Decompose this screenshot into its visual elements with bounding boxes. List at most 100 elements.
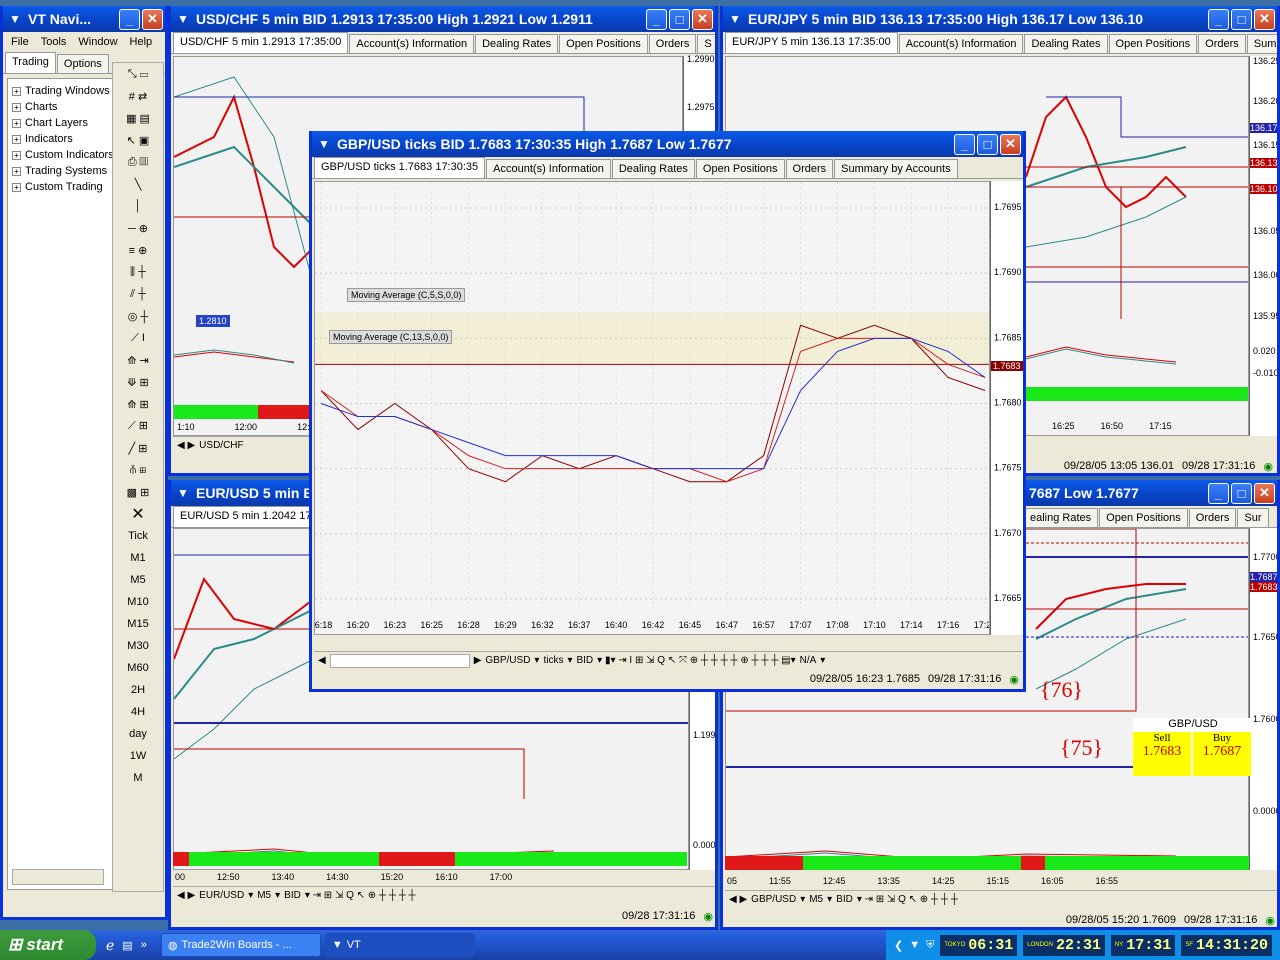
- close-button[interactable]: ✕: [1254, 8, 1275, 30]
- maximize-button[interactable]: □: [1231, 8, 1252, 30]
- tab-trading[interactable]: Trading: [5, 52, 56, 73]
- tab-open-positions[interactable]: Open Positions: [1108, 34, 1198, 53]
- tab-summary[interactable]: Sum: [1246, 34, 1277, 53]
- sell-button[interactable]: Sell 1.7683: [1133, 732, 1191, 776]
- menu-help[interactable]: Help: [130, 36, 153, 48]
- buy-button[interactable]: Buy 1.7687: [1193, 732, 1251, 776]
- tab-chart[interactable]: EUR/JPY 5 min 136.13 17:35:00: [725, 32, 898, 53]
- arc-tool-icon[interactable]: ◎ ┼: [113, 305, 163, 327]
- start-button[interactable]: ⊞ start: [0, 930, 96, 960]
- close-button[interactable]: ✕: [692, 8, 713, 30]
- timeframe-select[interactable]: M5: [809, 894, 823, 905]
- period-m10[interactable]: M10: [113, 591, 163, 613]
- tab-open-positions[interactable]: Open Positions: [695, 159, 785, 178]
- tab-dealing-rates[interactable]: Dealing Rates: [475, 34, 559, 53]
- tree-hscroll[interactable]: [12, 869, 104, 885]
- tab-summary[interactable]: Sur: [1237, 508, 1269, 527]
- tab-account-info[interactable]: Account(s) Information: [486, 159, 611, 178]
- tab-orders[interactable]: Orders: [648, 34, 697, 53]
- grid-tool-icon[interactable]: # ⇄: [113, 85, 163, 107]
- crosshair-tool-icon[interactable]: ▦ ▤: [113, 107, 163, 129]
- tab-options[interactable]: Options: [56, 54, 109, 73]
- period-m15[interactable]: M15: [113, 613, 163, 635]
- tab-dealing-rates[interactable]: ealing Rates: [1023, 508, 1099, 527]
- maximize-button[interactable]: □: [1231, 482, 1252, 504]
- gbpusd-ticks-titlebar[interactable]: ▼ GBP/USD ticks BID 1.7683 17:30:35 High …: [312, 131, 1023, 157]
- tab-chart[interactable]: EUR/USD 5 min 1.2042 17:3: [173, 506, 328, 527]
- side-select[interactable]: BID: [836, 894, 853, 905]
- hline-tool-icon[interactable]: ─ ⊕: [113, 217, 163, 239]
- ray-tool-icon[interactable]: ⟋ ⊞: [113, 415, 163, 437]
- tab-open-positions[interactable]: Open Positions: [1099, 508, 1188, 527]
- period-4h[interactable]: 4H: [113, 701, 163, 723]
- tray-arrow-icon[interactable]: ❮: [894, 939, 903, 952]
- side-select[interactable]: BID: [284, 890, 301, 901]
- period-tick[interactable]: Tick: [113, 525, 163, 547]
- task-trade2win[interactable]: ◍ Trade2Win Boards - ...: [160, 933, 321, 957]
- menu-file[interactable]: File: [11, 36, 29, 48]
- delete-tool-icon[interactable]: ✕: [113, 503, 163, 525]
- expand-icon[interactable]: +: [12, 182, 21, 192]
- ie-icon[interactable]: ℯ: [106, 937, 114, 954]
- expand-icon[interactable]: +: [12, 86, 21, 96]
- tab-summary[interactable]: Summary by Accounts: [834, 159, 958, 178]
- mesh-tool-icon[interactable]: ▩ ⊞: [113, 481, 163, 503]
- shield-icon[interactable]: ⛨: [926, 939, 934, 952]
- usdchf-titlebar[interactable]: ▼ USD/CHF 5 min BID 1.2913 17:35:00 High …: [171, 6, 715, 32]
- close-button[interactable]: ✕: [1000, 133, 1021, 155]
- period-2h[interactable]: 2H: [113, 679, 163, 701]
- tab-dealing-rates[interactable]: Dealing Rates: [611, 159, 695, 178]
- tab-chart[interactable]: GBP/USD ticks 1.7683 17:30:35: [314, 157, 486, 178]
- explorer-icon[interactable]: ▤: [122, 939, 132, 952]
- expand-icon[interactable]: +: [12, 102, 21, 112]
- expand-icon[interactable]: +: [12, 134, 21, 144]
- tab-orders[interactable]: Orders: [1188, 508, 1237, 527]
- period-m5[interactable]: M5: [113, 569, 163, 591]
- expand-icon[interactable]: +: [12, 166, 21, 176]
- side-select[interactable]: BID: [576, 655, 593, 666]
- period-day[interactable]: day: [113, 723, 163, 745]
- symbol-select[interactable]: GBP/USD: [751, 894, 796, 905]
- vt-tray-icon[interactable]: ▼: [909, 939, 920, 951]
- vline-tool-icon[interactable]: │: [113, 195, 163, 217]
- print-tool-icon[interactable]: ⎙ ▥: [113, 151, 163, 173]
- tab-open-positions[interactable]: Open Positions: [559, 34, 648, 53]
- period-m60[interactable]: M60: [113, 657, 163, 679]
- minimize-button[interactable]: _: [646, 8, 667, 30]
- expand-icon[interactable]: +: [12, 118, 21, 128]
- tab-dealing-rates[interactable]: Dealing Rates: [1024, 34, 1108, 53]
- na-select[interactable]: N/A: [800, 655, 817, 666]
- minimize-button[interactable]: _: [1208, 482, 1229, 504]
- gbpusd-ticks-chart[interactable]: 16:18 16:20 16:23 16:25 16:28 16:29 16:32 16:37…: [314, 181, 990, 635]
- symbol-select[interactable]: USD/CHF: [199, 440, 243, 451]
- pointer-tool-icon[interactable]: ↖ ▣: [113, 129, 163, 151]
- eurjpy-titlebar[interactable]: ▼ EUR/JPY 5 min BID 136.13 17:35:00 High …: [723, 6, 1277, 32]
- more-icon[interactable]: »: [141, 939, 147, 951]
- task-vt[interactable]: ▼ VT: [324, 933, 475, 957]
- cycle-tool-icon[interactable]: ⟰ ⊞: [113, 393, 163, 415]
- pitch-tool-icon[interactable]: ⟋ I: [113, 327, 163, 349]
- minimize-button[interactable]: _: [119, 8, 140, 30]
- period-m1[interactable]: M1: [113, 547, 163, 569]
- close-button[interactable]: ✕: [1254, 482, 1275, 504]
- menu-tools[interactable]: Tools: [41, 36, 67, 48]
- channel-tool-icon[interactable]: ≡ ⊕: [113, 239, 163, 261]
- minimize-button[interactable]: _: [954, 133, 975, 155]
- speed-tool-icon[interactable]: ╱ ⊞: [113, 437, 163, 459]
- fibo-tool-icon[interactable]: ⫼ ┼: [113, 261, 163, 283]
- fan-tool-icon[interactable]: ⫽ ┼: [113, 283, 163, 305]
- timeframe-select[interactable]: M5: [257, 890, 271, 901]
- symbol-select[interactable]: EUR/USD: [199, 890, 244, 901]
- navigator-titlebar[interactable]: ▼ VT Navi... _ ✕: [3, 6, 165, 32]
- tab-chart[interactable]: USD/CHF 5 min 1.2913 17:35:00: [173, 32, 349, 53]
- tab-orders[interactable]: Orders: [785, 159, 834, 178]
- minimize-button[interactable]: _: [1208, 8, 1229, 30]
- cursor-tool-icon[interactable]: ⤡ ▭: [113, 63, 163, 85]
- maximize-button[interactable]: □: [977, 133, 998, 155]
- period-m30[interactable]: M30: [113, 635, 163, 657]
- tab-account-info[interactable]: Account(s) Information: [349, 34, 475, 53]
- tab-orders[interactable]: Orders: [1198, 34, 1246, 53]
- timeframe-select[interactable]: ticks: [543, 655, 563, 666]
- close-button[interactable]: ✕: [142, 8, 163, 30]
- period-1w[interactable]: 1W: [113, 745, 163, 767]
